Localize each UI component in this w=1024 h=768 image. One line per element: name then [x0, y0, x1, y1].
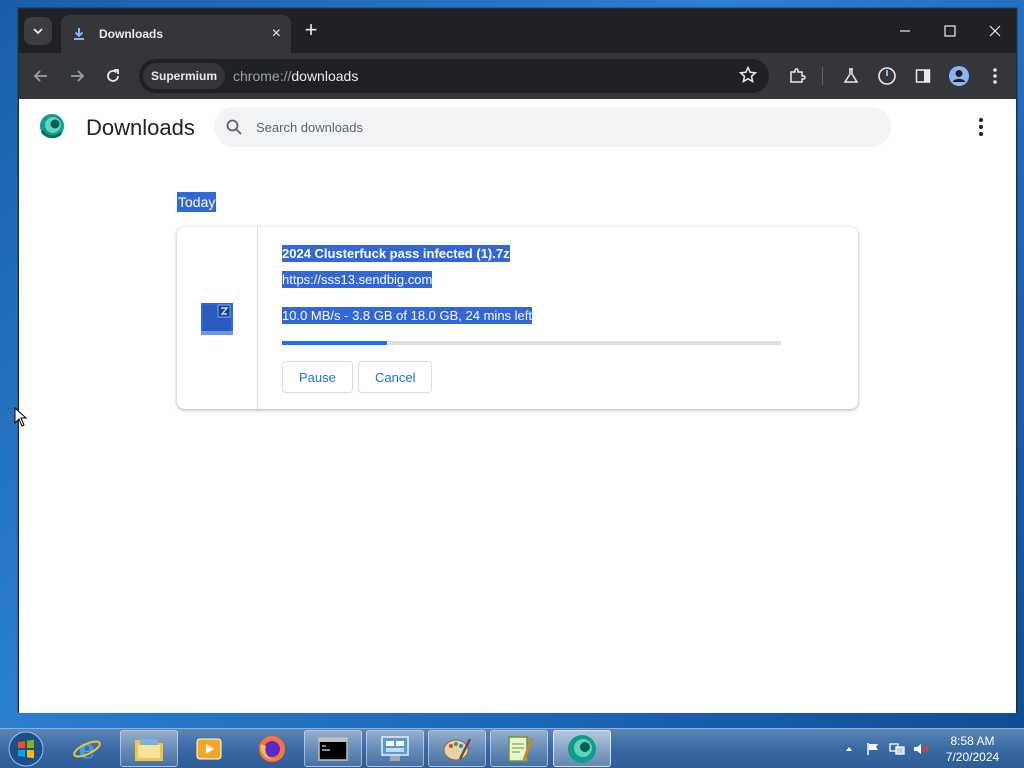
terminal-icon: [318, 736, 348, 761]
download-progress-bar: [282, 341, 781, 345]
maximize-icon: [944, 25, 956, 37]
flask-icon: [843, 68, 859, 83]
arrow-left-icon: [33, 70, 47, 82]
minimize-button[interactable]: [885, 17, 925, 45]
download-item-card: 2024 Clusterfuck pass infected (1).7z ht…: [177, 227, 858, 409]
side-panel-icon: [915, 69, 931, 83]
forward-button[interactable]: [65, 64, 89, 88]
paint-palette-icon: [443, 737, 472, 760]
puzzle-icon: [790, 68, 806, 83]
taskbar: e 8:58 AM 7/20/2024: [0, 728, 1024, 768]
taskbar-file-explorer[interactable]: [120, 730, 178, 767]
browser-menu-button[interactable]: [983, 64, 1007, 88]
internet-explorer-icon: e: [73, 735, 101, 764]
taskbar-notepad-plus[interactable]: [490, 730, 548, 767]
network-icon[interactable]: [888, 740, 906, 758]
tab-downloads[interactable]: Downloads ×: [61, 15, 291, 53]
menu-dot: [979, 118, 983, 122]
download-status: 10.0 MB/s - 3.8 GB of 18.0 GB, 24 mins l…: [282, 307, 533, 324]
file-icon-column: [177, 227, 258, 409]
windows-orb-icon: [8, 731, 44, 767]
mouse-cursor-icon: [14, 406, 28, 432]
download-file-name[interactable]: 2024 Clusterfuck pass infected (1).7z: [282, 245, 510, 262]
tab-search-button[interactable]: [24, 17, 52, 45]
taskbar-media-player[interactable]: [180, 730, 238, 767]
extensions-button[interactable]: [785, 64, 809, 88]
arrow-right-icon: [71, 70, 85, 82]
side-panel-button[interactable]: [911, 64, 935, 88]
svg-text:e: e: [79, 735, 96, 764]
search-input[interactable]: [256, 119, 856, 135]
volume-muted-icon[interactable]: [912, 740, 930, 758]
browser-toolbar: Supermium chrome://downloads: [19, 53, 1016, 99]
download-source-url[interactable]: https://sss13.sendbig.com: [282, 271, 433, 288]
url-path: downloads: [291, 68, 359, 84]
gauge-icon: [878, 67, 896, 85]
maximize-button[interactable]: [930, 17, 970, 45]
taskbar-supermium[interactable]: [553, 730, 611, 767]
profile-button[interactable]: [947, 64, 971, 88]
search-icon: [226, 119, 242, 135]
start-button[interactable]: [6, 730, 46, 768]
clock-date: 7/20/2024: [945, 750, 1000, 764]
taskbar-remote-desktop[interactable]: [366, 730, 424, 767]
notepad-plus-icon: [508, 735, 534, 762]
avatar-icon: [949, 66, 969, 86]
system-tray: [840, 729, 930, 768]
address-bar[interactable]: Supermium chrome://downloads: [139, 59, 769, 93]
progress-fill: [282, 341, 388, 345]
labs-button[interactable]: [839, 64, 863, 88]
menu-dot: [979, 125, 983, 129]
cancel-button[interactable]: Cancel: [358, 361, 433, 393]
minimize-icon: [900, 30, 910, 32]
reload-button[interactable]: [101, 64, 125, 88]
downloads-page: Downloads Today 2024 Clusterfuck pass in…: [19, 99, 1016, 713]
firefox-icon: [259, 735, 285, 762]
new-tab-button[interactable]: +: [299, 19, 323, 43]
url-text[interactable]: chrome://downloads: [233, 68, 358, 84]
bookmark-star-icon[interactable]: [738, 65, 758, 89]
chevron-down-icon: [33, 28, 43, 35]
chevron-up-icon: [846, 747, 852, 751]
site-chip[interactable]: Supermium: [143, 63, 226, 89]
show-hidden-icons-button[interactable]: [840, 740, 858, 758]
supermium-icon: [568, 734, 596, 763]
clock-time: 8:58 AM: [950, 734, 995, 748]
date-section-label: Today: [177, 192, 217, 212]
toolbar-separator: [822, 67, 823, 85]
performance-button[interactable]: [875, 64, 899, 88]
browser-window: Downloads × + Supermium chrome://downloa…: [18, 8, 1017, 713]
taskbar-clock[interactable]: 8:58 AM 7/20/2024: [935, 733, 1010, 765]
media-player-icon: [196, 738, 222, 759]
url-scheme: chrome://: [233, 68, 292, 84]
back-button[interactable]: [29, 64, 53, 88]
kebab-menu-icon: [993, 68, 997, 84]
title-bar: Downloads × +: [19, 9, 1016, 53]
close-window-button[interactable]: [975, 17, 1015, 45]
reload-icon: [107, 69, 119, 82]
archive-file-icon[interactable]: [201, 303, 233, 335]
search-bar[interactable]: [214, 107, 891, 147]
action-center-flag-icon[interactable]: [864, 740, 882, 758]
close-icon: [989, 25, 1001, 37]
menu-dot: [979, 132, 983, 136]
tab-close-button[interactable]: ×: [272, 25, 281, 43]
taskbar-command-prompt[interactable]: [304, 730, 362, 767]
taskbar-paint[interactable]: [428, 730, 486, 767]
pause-button[interactable]: Pause: [282, 361, 353, 393]
page-title: Downloads: [86, 115, 195, 140]
remote-desktop-icon: [381, 735, 409, 761]
download-icon: [71, 26, 87, 42]
taskbar-internet-explorer[interactable]: e: [58, 730, 116, 767]
tab-title: Downloads: [99, 27, 164, 41]
supermium-logo-icon: [39, 113, 65, 139]
page-menu-button[interactable]: [971, 117, 991, 137]
taskbar-firefox[interactable]: [243, 730, 301, 767]
folder-icon: [135, 738, 163, 761]
